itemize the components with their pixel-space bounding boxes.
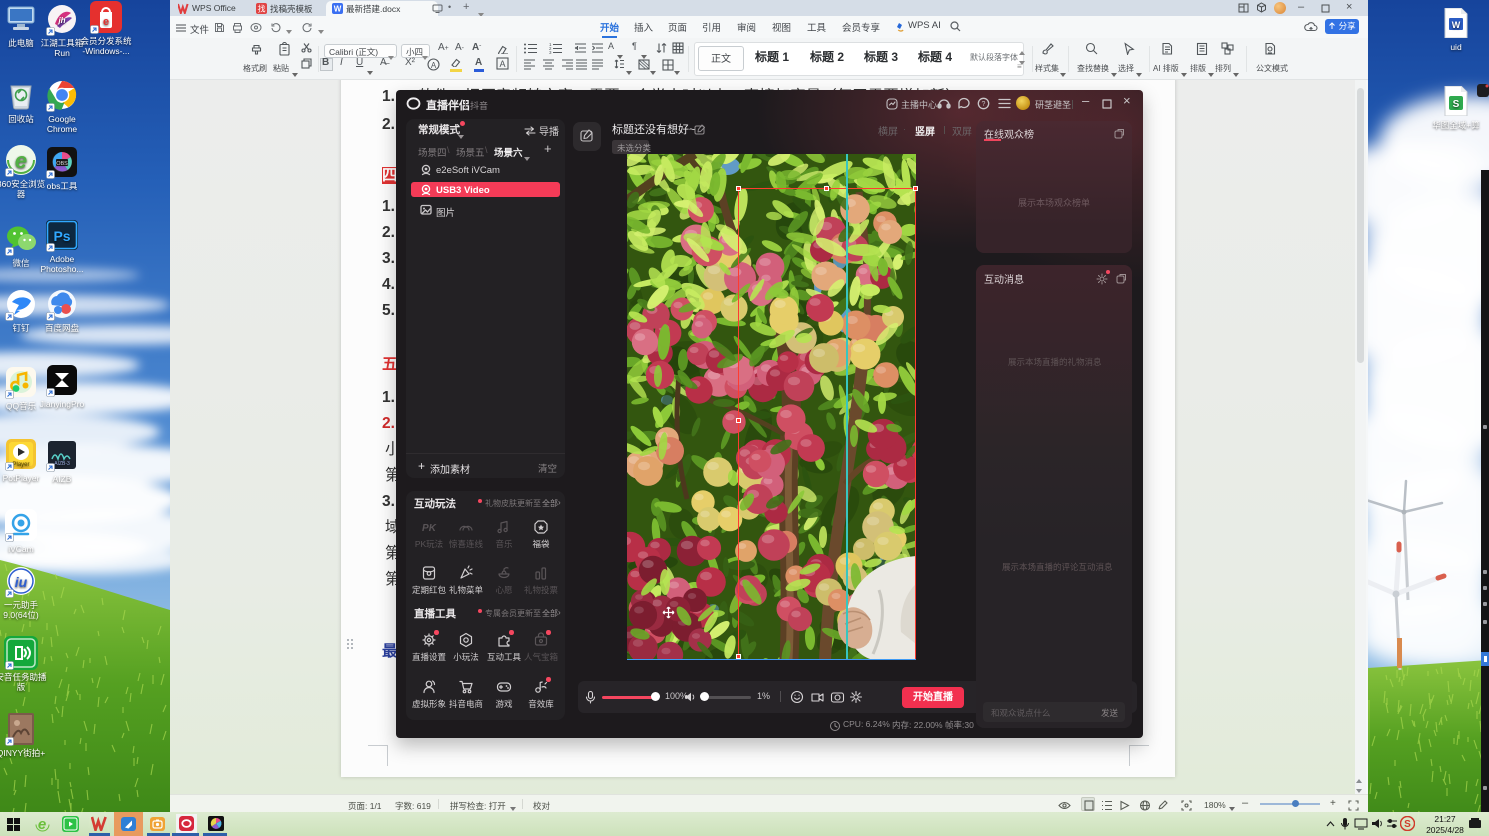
svg-text:A: A [431,61,437,70]
svg-text:iu: iu [15,574,28,590]
svg-text:e: e [103,16,109,28]
svg-text:?: ? [982,101,986,108]
svg-text:S: S [1404,819,1411,830]
svg-text:S: S [1453,99,1460,110]
svg-text:PK: PK [422,523,437,534]
svg-text:3: 3 [549,50,552,54]
svg-text:找: 找 [258,4,266,14]
svg-text:A: A [499,59,505,69]
svg-text:AIZB-3: AIZB-3 [54,461,70,467]
svg-text:W: W [1452,20,1461,30]
svg-text:OBS: OBS [56,161,68,167]
svg-text:Ps: Ps [53,228,70,244]
svg-text:jh: jh [57,16,65,25]
svg-text:Player: Player [12,462,29,468]
svg-text:W: W [334,5,342,14]
svg-text:e: e [15,148,27,173]
